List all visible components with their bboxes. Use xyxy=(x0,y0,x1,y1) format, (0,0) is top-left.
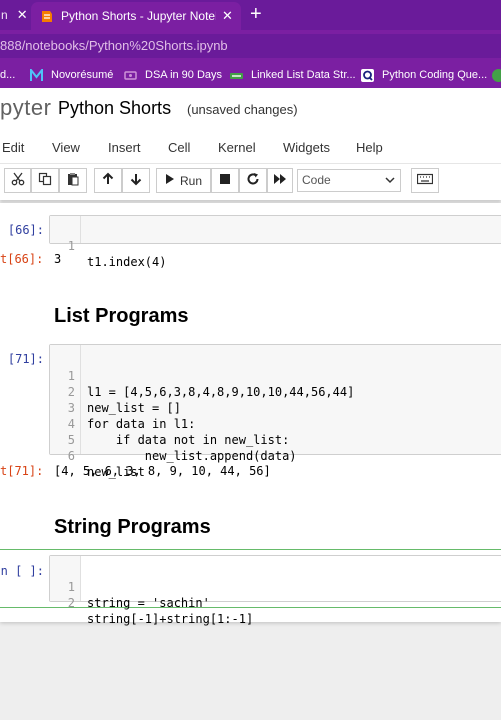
line-number: 6 xyxy=(67,449,75,463)
markdown-heading[interactable]: String Programs xyxy=(54,516,211,539)
cell-output: 3 xyxy=(54,252,62,266)
notebook-container: [66]: 1 t1.index(4) t[66]: 3 List Progra… xyxy=(0,203,501,626)
menu-bar: Edit View Insert Cell Kernel Widgets Hel… xyxy=(0,132,501,164)
play-icon xyxy=(165,173,175,188)
output-prompt: t[66]: xyxy=(0,252,44,266)
chevron-down-icon xyxy=(385,170,395,199)
linkedlist-icon xyxy=(230,69,243,82)
paste-icon xyxy=(66,172,80,189)
fast-forward-icon xyxy=(273,173,287,188)
cell-type-select[interactable]: Code xyxy=(297,169,401,192)
code-line: 1 t1.index(4) xyxy=(50,222,167,269)
move-down-button[interactable] xyxy=(122,168,150,193)
move-up-button[interactable] xyxy=(94,168,122,193)
code-text: new_list.append(data) xyxy=(87,449,297,463)
restart-run-all-button[interactable] xyxy=(267,168,293,193)
bookmark-item[interactable]: Python Coding Que... xyxy=(361,62,487,88)
input-prompt: n [ ]: xyxy=(0,564,44,578)
save-status: (unsaved changes) xyxy=(187,102,298,117)
arrow-down-icon xyxy=(129,172,143,189)
tab-active[interactable]: Python Shorts - Jupyter Notebook ✕ xyxy=(31,2,241,30)
jupyter-header: pyter Python Shorts (unsaved changes) xyxy=(0,88,501,132)
notebook-name[interactable]: Python Shorts xyxy=(58,98,171,119)
bookmark-item[interactable]: Novorésumé xyxy=(30,62,113,88)
notebook-toolbar: Run Code xyxy=(0,164,501,200)
code-cell-input[interactable]: 1 l1 = [4,5,6,3,8,4,8,9,10,10,44,56,44] … xyxy=(49,344,501,479)
scissors-icon xyxy=(11,172,25,189)
code-line: 2 new_list = [] xyxy=(50,368,181,415)
bookmark-item[interactable]: d... xyxy=(0,62,15,88)
copy-button[interactable] xyxy=(31,168,59,193)
menu-insert[interactable]: Insert xyxy=(108,140,141,155)
code-text: t1.index(4) xyxy=(87,255,167,269)
code-text: for data in l1: xyxy=(87,417,196,431)
browser-tab-bar: n ✕ Python Shorts - Jupyter Notebook ✕ + xyxy=(0,0,501,30)
tab-title: n xyxy=(1,8,8,22)
bookmarks-bar: d... Novorésumé DSA in 90 Days Linked Li… xyxy=(0,62,501,88)
code-line: 2 string[-1]+string[1:-1] xyxy=(50,579,253,626)
bookmark-label: d... xyxy=(0,69,16,81)
bookmark-item[interactable] xyxy=(492,62,501,88)
input-prompt: [66]: xyxy=(7,223,44,237)
code-cell-input[interactable]: 1 string = 'sachin' 2 string[-1]+string[… xyxy=(49,555,501,626)
code-line: 6 new_list xyxy=(50,432,145,479)
input-prompt: [71]: xyxy=(7,352,44,366)
menu-help[interactable]: Help xyxy=(356,140,383,155)
jupyter-favicon-icon xyxy=(41,10,53,23)
dsa-icon xyxy=(124,69,137,82)
refresh-icon xyxy=(246,172,260,189)
code-line: 5 new_list.append(data) xyxy=(50,416,297,463)
bookmark-item[interactable]: DSA in 90 Days xyxy=(124,62,222,88)
code-text: string[-1]+string[1:-1] xyxy=(87,612,254,626)
menu-widgets[interactable]: Widgets xyxy=(283,140,330,155)
cell-type-value: Code xyxy=(302,173,331,187)
address-bar: 888/notebooks/Python%20Shorts.ipynb xyxy=(0,30,501,62)
new-tab-button[interactable]: + xyxy=(250,3,262,26)
code-text: l1 = [4,5,6,3,8,4,8,9,10,10,44,56,44] xyxy=(87,385,355,399)
output-prompt: t[71]: xyxy=(0,464,44,478)
menu-edit[interactable]: Edit xyxy=(2,140,24,155)
menu-view[interactable]: View xyxy=(52,140,80,155)
line-number: 2 xyxy=(67,596,75,610)
command-palette-button[interactable] xyxy=(411,168,439,193)
code-line: 4 if data not in new_list: xyxy=(50,400,290,447)
jupyter-logo[interactable]: pyter xyxy=(0,95,51,121)
stop-icon xyxy=(219,173,231,188)
code-text: if data not in new_list: xyxy=(87,433,290,447)
close-icon[interactable]: ✕ xyxy=(222,8,233,24)
bookmark-label: Python Coding Que... xyxy=(382,69,488,81)
markdown-heading[interactable]: List Programs xyxy=(54,305,188,328)
bookmark-label: Novorésumé xyxy=(51,69,114,81)
keyboard-icon xyxy=(416,173,434,188)
cut-button[interactable] xyxy=(4,168,31,193)
close-icon[interactable]: ✕ xyxy=(17,7,28,23)
bookmark-label: DSA in 90 Days xyxy=(145,69,223,81)
arrow-up-icon xyxy=(101,172,115,189)
tab-title: Python Shorts - Jupyter Notebook xyxy=(61,9,216,23)
code-line: 1 string = 'sachin' xyxy=(50,563,210,610)
bookmark-label: Linked List Data Str... xyxy=(251,69,356,81)
paste-button[interactable] xyxy=(59,168,87,193)
code-text: string = 'sachin' xyxy=(87,596,210,610)
novoresume-icon xyxy=(30,66,43,82)
interrupt-button[interactable] xyxy=(211,168,239,193)
cell-output: [4, 5, 6, 3, 8, 9, 10, 44, 56] xyxy=(54,464,271,478)
restart-button[interactable] xyxy=(239,168,267,193)
menu-cell[interactable]: Cell xyxy=(168,140,190,155)
url-input[interactable]: 888/notebooks/Python%20Shorts.ipynb xyxy=(0,34,501,58)
code-text: new_list = [] xyxy=(87,401,181,415)
code-line: 3 for data in l1: xyxy=(50,384,196,431)
run-button[interactable]: Run xyxy=(156,168,211,193)
bookmark-item[interactable]: Linked List Data Str... xyxy=(230,62,356,88)
q-icon xyxy=(361,68,374,82)
tab-previous[interactable]: n ✕ xyxy=(0,0,30,30)
copy-icon xyxy=(38,172,52,189)
run-label: Run xyxy=(179,173,202,188)
code-line: 1 l1 = [4,5,6,3,8,4,8,9,10,10,44,56,44] xyxy=(50,352,355,399)
bookmark-icon xyxy=(492,68,501,82)
menu-kernel[interactable]: Kernel xyxy=(218,140,256,155)
code-cell-input[interactable]: 1 t1.index(4) xyxy=(49,215,501,269)
